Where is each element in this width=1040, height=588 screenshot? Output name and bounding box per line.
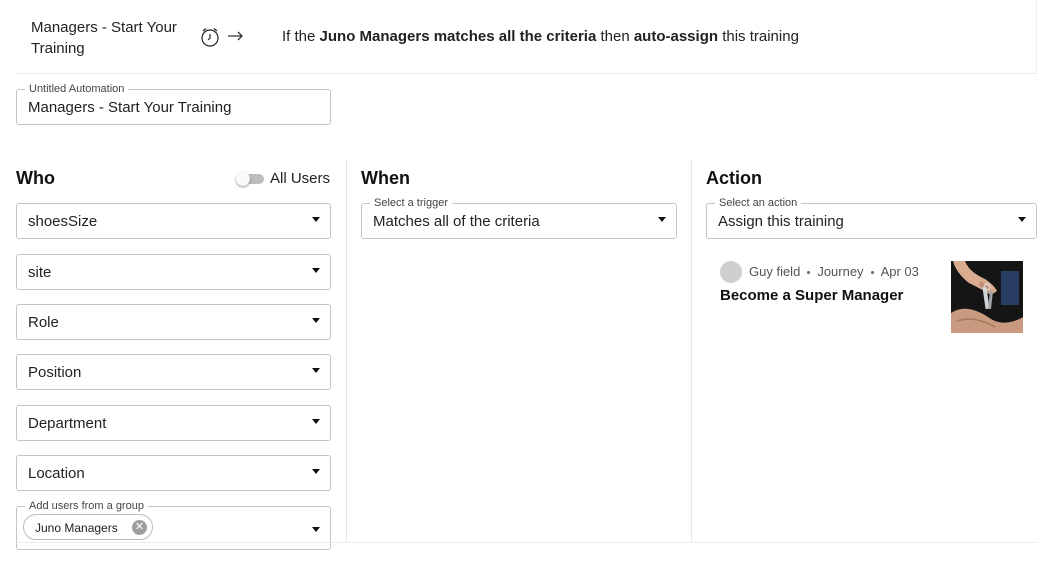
trigger-select-value: Matches all of the criteria [373,213,540,230]
filter-value: Department [28,415,107,432]
arrow-right-icon [226,26,246,46]
separator-dot [807,271,811,275]
caret-down-icon [312,368,320,373]
caret-down-icon [312,469,320,474]
action-select-value: Assign this training [718,213,844,230]
action-title: Action [706,168,762,188]
rule-middle: then [596,28,634,45]
training-thumbnail-image [951,261,1023,333]
caret-down-icon [312,419,320,424]
action-select-label: Select an action [715,196,802,210]
column-divider [691,160,692,543]
training-author: Guy field [749,264,801,279]
rule-subject: Juno Managers matches all the criteria [319,28,597,45]
automation-name-field[interactable]: Untitled Automation Managers - Start You… [16,82,331,125]
caret-down-icon [312,318,320,323]
automation-summary-card[interactable]: Managers - Start Your Training If the Ju… [16,0,1037,74]
rule-suffix: this training [718,28,799,45]
separator-dot [870,271,874,275]
when-title: When [361,168,410,188]
caret-down-icon [312,527,320,532]
automation-name-label: Untitled Automation [25,82,129,96]
rule-prefix: If the [282,28,320,45]
rule-action: auto-assign [633,28,719,45]
action-select[interactable]: Select an action Assign this training [706,196,1037,239]
training-date: Apr 03 [880,264,919,279]
training-title: Become a Super Manager [720,287,904,304]
filter-value: Position [28,364,82,381]
group-chip[interactable]: Juno Managers ✕ [23,514,153,540]
filter-select-shoessize[interactable]: shoesSize [16,203,331,239]
trigger-select-label: Select a trigger [370,196,452,210]
automation-rule-sentence: If the Juno Managers matches all the cri… [282,28,799,45]
filter-value: Location [28,465,85,482]
training-card[interactable]: Guy field Journey Apr 03 Become a Super Ma… [706,255,1036,339]
avatar [720,261,742,283]
group-select[interactable]: Add users from a group Juno Managers ✕ [16,499,331,550]
filter-select-department[interactable]: Department [16,405,331,441]
caret-down-icon [312,268,320,273]
caret-down-icon [312,217,320,222]
caret-down-icon [1018,217,1026,222]
all-users-toggle[interactable] [236,171,266,187]
trigger-select[interactable]: Select a trigger Matches all of the crit… [361,196,677,239]
filter-select-location[interactable]: Location [16,455,331,491]
all-users-label: All Users [270,170,331,187]
toggle-thumb [236,172,250,186]
automation-summary-name: Managers - Start Your Training [31,19,177,57]
filter-value: site [28,264,52,281]
training-meta: Guy field Journey Apr 03 [749,264,919,279]
filter-select-position[interactable]: Position [16,354,331,390]
remove-chip-icon[interactable]: ✕ [132,520,147,535]
filter-value: shoesSize [28,213,98,230]
group-select-label: Add users from a group [25,499,148,513]
filter-select-role[interactable]: Role [16,304,331,340]
automation-name-value[interactable]: Managers - Start Your Training [28,99,231,116]
alarm-clock-icon [199,26,221,48]
caret-down-icon [658,217,666,222]
filter-select-site[interactable]: site [16,254,331,290]
who-title: Who [16,168,55,188]
group-chip-label: Juno Managers [35,521,118,535]
column-divider [346,160,347,543]
filter-value: Role [28,314,59,331]
training-type: Journey [817,264,864,279]
panel-bottom-border [16,542,1038,543]
